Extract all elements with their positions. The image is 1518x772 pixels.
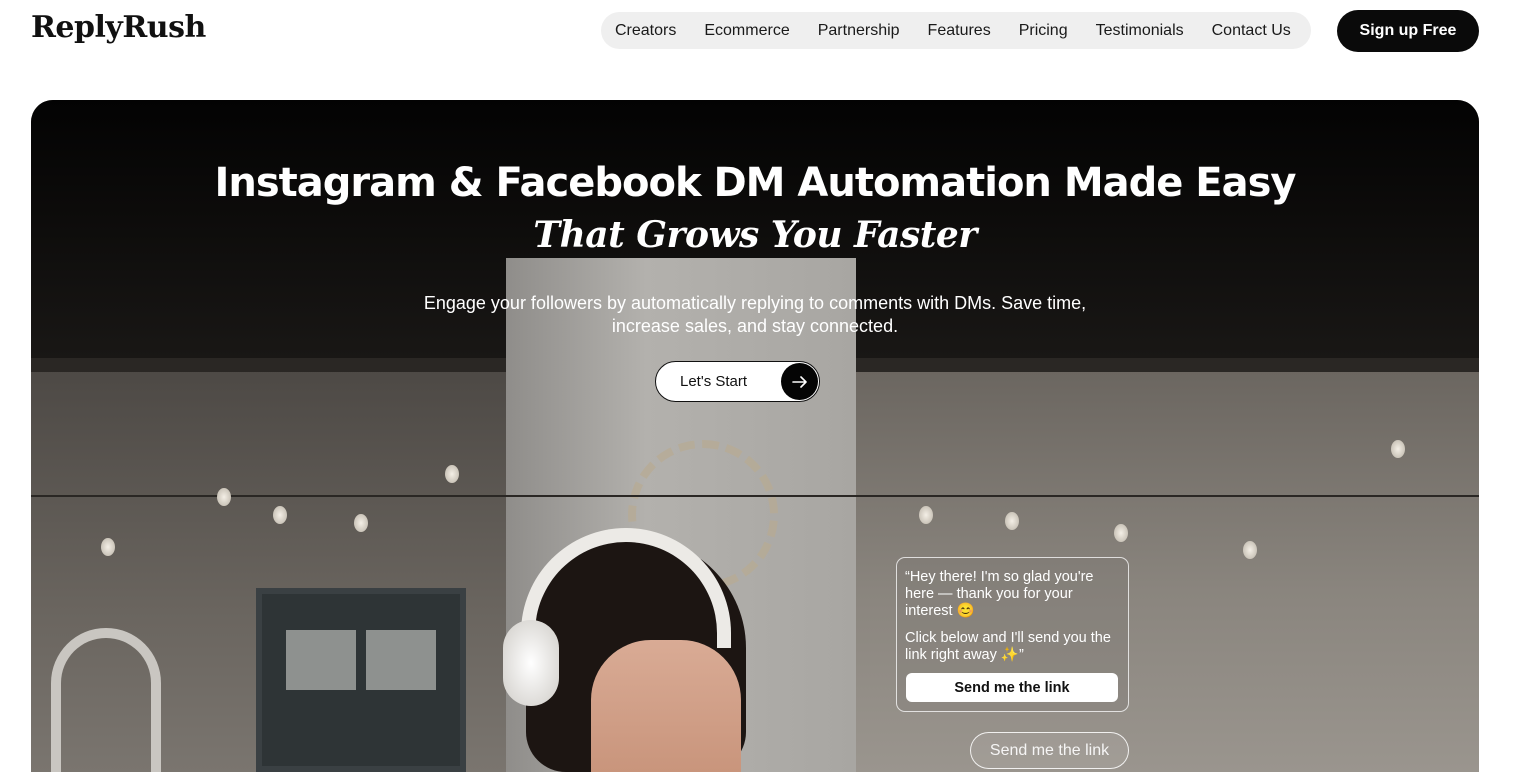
door-pane	[366, 630, 436, 690]
arrow-right-icon	[781, 363, 818, 400]
light-bulb	[273, 506, 287, 524]
nav-item-pricing[interactable]: Pricing	[1019, 22, 1068, 40]
lets-start-button[interactable]: Let's Start	[655, 361, 820, 402]
door-pane	[286, 630, 356, 690]
person-face	[591, 640, 741, 772]
hero-section: Instagram & Facebook DM Automation Made …	[31, 100, 1479, 772]
headphone-cup	[503, 620, 559, 706]
dm-preview-card: “Hey there! I'm so glad you're here — th…	[896, 557, 1129, 712]
hero-bg-lamp	[51, 628, 161, 772]
nav-item-features[interactable]: Features	[928, 22, 991, 40]
string-lights	[31, 495, 1479, 497]
light-bulb	[217, 488, 231, 506]
light-bulb	[354, 514, 368, 532]
nav-item-testimonials[interactable]: Testimonials	[1096, 22, 1184, 40]
site-header: ReplyRush Creators Ecommerce Partnership…	[0, 0, 1518, 62]
light-bulb	[445, 465, 459, 483]
light-bulb	[1005, 512, 1019, 530]
light-bulb	[919, 506, 933, 524]
lets-start-label: Let's Start	[680, 373, 748, 390]
light-bulb	[1243, 541, 1257, 559]
nav-item-ecommerce[interactable]: Ecommerce	[704, 22, 789, 40]
main-nav: Creators Ecommerce Partnership Features …	[601, 12, 1311, 49]
hero-description: Engage your followers by automatically r…	[381, 292, 1129, 338]
brand-logo[interactable]: ReplyRush	[31, 10, 206, 45]
light-bulb	[101, 538, 115, 556]
send-link-button[interactable]: Send me the link	[906, 673, 1118, 702]
nav-item-partnership[interactable]: Partnership	[818, 22, 900, 40]
nav-item-creators[interactable]: Creators	[615, 22, 676, 40]
hero-bg-door	[256, 588, 466, 772]
reply-bubble: Send me the link	[970, 732, 1129, 769]
hero-subtitle: That Grows You Faster	[533, 214, 977, 256]
hero-description-line-2: increase sales, and stay connected.	[611, 316, 899, 336]
hero-title: Instagram & Facebook DM Automation Made …	[214, 160, 1296, 206]
nav-item-contact-us[interactable]: Contact Us	[1212, 22, 1291, 40]
dm-message-part-1: “Hey there! I'm so glad you're here — th…	[905, 569, 1094, 619]
light-bulb	[1391, 440, 1405, 458]
light-bulb	[1114, 524, 1128, 542]
signup-button[interactable]: Sign up Free	[1337, 10, 1479, 52]
dm-message-part-2: Click below and I'll send you the link r…	[905, 630, 1111, 663]
hero-description-line-1: Engage your followers by automatically r…	[423, 293, 1087, 313]
